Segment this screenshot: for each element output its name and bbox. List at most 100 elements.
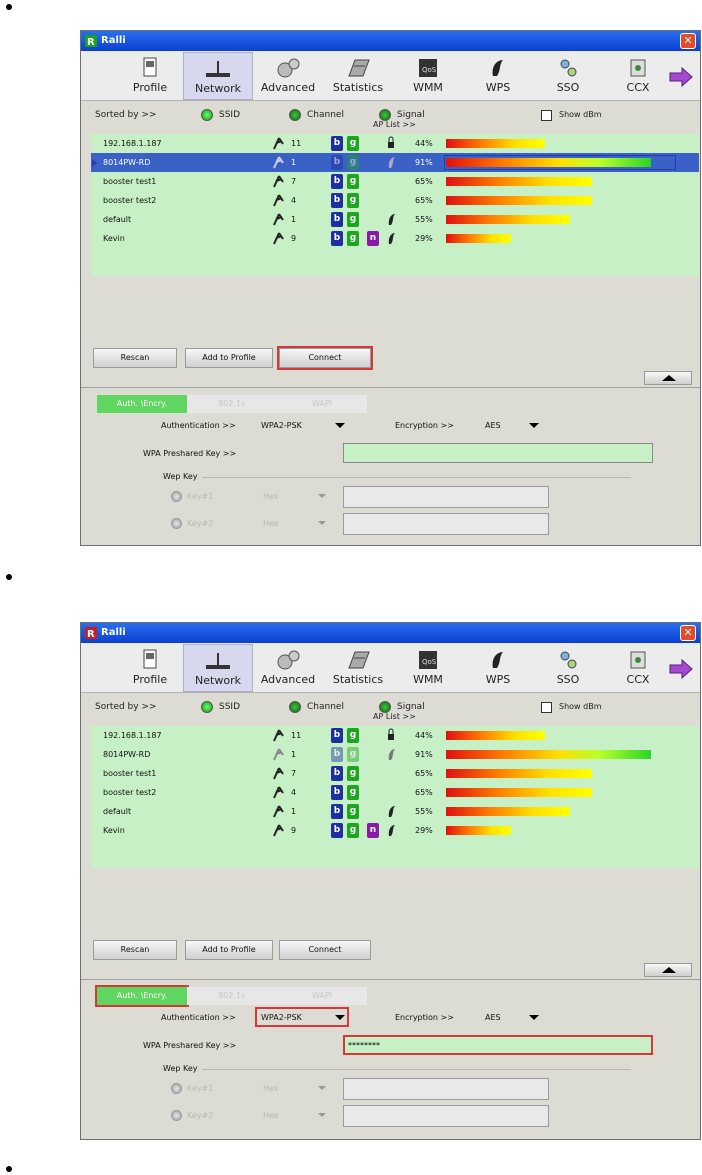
- authentication-select[interactable]: WPA2-PSK: [261, 421, 302, 430]
- tab-wapi[interactable]: WAPI: [277, 987, 367, 1005]
- ap-list[interactable]: 192.168.1.187 11 b g 44% 8014PW-RD 1 b g…: [91, 726, 699, 868]
- sort-ssid-radio[interactable]: [201, 109, 213, 121]
- mode-b-badge: b: [331, 136, 343, 151]
- rescan-button[interactable]: Rescan: [93, 940, 177, 960]
- ap-row-selected[interactable]: 8014PW-RD 1 b g 91%: [91, 153, 699, 172]
- toolbar-item-statistics[interactable]: Statistics: [323, 644, 393, 692]
- title-bar: R Ralli ✕: [81, 31, 700, 51]
- toolbar-item-profile[interactable]: Profile: [115, 52, 185, 100]
- toolbar-item-network[interactable]: Network: [183, 52, 253, 100]
- mode-n-badge: n: [367, 823, 379, 838]
- wep-key-row: Key#2 Hex: [171, 512, 551, 536]
- ap-row[interactable]: 192.168.1.187 11 b g 44%: [91, 726, 699, 745]
- toolbar-item-wps[interactable]: WPS: [463, 644, 533, 692]
- wep-key-radio[interactable]: [171, 518, 182, 529]
- encryption-dropdown-icon[interactable]: [529, 423, 539, 428]
- ap-row[interactable]: 192.168.1.187 11 b g 44%: [91, 134, 699, 153]
- encryption-select[interactable]: AES: [485, 1013, 501, 1022]
- toolbar-label: SSO: [556, 673, 580, 686]
- rescan-button[interactable]: Rescan: [93, 348, 177, 368]
- mode-g-badge: g: [347, 804, 359, 819]
- wep-key-format[interactable]: Hex: [263, 1111, 279, 1120]
- tab-auth-encry[interactable]: Auth. \Encry.: [95, 985, 189, 1007]
- window-title: Ralli: [101, 627, 126, 638]
- ap-row[interactable]: booster test2 4 b g 65%: [91, 191, 699, 210]
- toolbar-item-sso[interactable]: SSO: [533, 644, 603, 692]
- toolbar-label: Network: [195, 82, 241, 95]
- wep-key-radio[interactable]: [171, 491, 182, 502]
- antenna-icon: [273, 156, 284, 169]
- next-page-arrow-icon[interactable]: [668, 67, 694, 87]
- toolbar-item-wmm[interactable]: QoS WMM: [393, 52, 463, 100]
- tab-wapi[interactable]: WAPI: [277, 395, 367, 413]
- ap-row[interactable]: Kevin 9 b g n 29%: [91, 229, 699, 248]
- show-dbm-checkbox[interactable]: [541, 702, 552, 713]
- wep-format-dropdown-icon[interactable]: [318, 521, 326, 525]
- ap-row[interactable]: Kevin 9 b g n 29%: [91, 821, 699, 840]
- connect-button[interactable]: Connect: [279, 940, 371, 960]
- ap-row[interactable]: booster test1 7 b g 65%: [91, 764, 699, 783]
- wmm-icon: QoS: [419, 59, 437, 77]
- tab-8021x[interactable]: 802.1x: [187, 395, 277, 413]
- ap-row[interactable]: booster test1 7 b g 65%: [91, 172, 699, 191]
- antenna-icon: [273, 824, 284, 837]
- toolbar-item-statistics[interactable]: Statistics: [323, 52, 393, 100]
- wep-key-label: Wep Key: [163, 472, 202, 481]
- next-page-arrow-icon[interactable]: [668, 659, 694, 679]
- ap-row[interactable]: default 1 b g 55%: [91, 802, 699, 821]
- toolbar-item-advanced[interactable]: Advanced: [253, 644, 323, 692]
- encryption-select[interactable]: AES: [485, 421, 501, 430]
- close-button[interactable]: ✕: [680, 625, 696, 641]
- wep-format-dropdown-icon[interactable]: [318, 1113, 326, 1117]
- wep-format-dropdown-icon[interactable]: [318, 494, 326, 498]
- psk-input[interactable]: [343, 443, 653, 463]
- connect-button[interactable]: Connect: [277, 346, 373, 370]
- sort-channel-radio[interactable]: [289, 109, 301, 121]
- wep-key-radio[interactable]: [171, 1110, 182, 1121]
- psk-input[interactable]: ********: [343, 1035, 653, 1055]
- toolbar-item-wmm[interactable]: QoS WMM: [393, 644, 463, 692]
- wep-key-radio[interactable]: [171, 1083, 182, 1094]
- toolbar-item-network[interactable]: Network: [183, 644, 253, 692]
- wep-key-input[interactable]: [343, 1105, 549, 1127]
- ap-row[interactable]: default 1 b g 55%: [91, 210, 699, 229]
- toolbar-item-wps[interactable]: WPS: [463, 52, 533, 100]
- close-button[interactable]: ✕: [680, 33, 696, 49]
- toolbar-item-sso[interactable]: SSO: [533, 52, 603, 100]
- signal-bar: [446, 139, 545, 148]
- toolbar-item-ccx[interactable]: CCX: [603, 52, 673, 100]
- collapse-up-button[interactable]: [644, 963, 692, 977]
- wep-key-format[interactable]: Hex: [263, 519, 279, 528]
- wep-key-input[interactable]: [343, 486, 549, 508]
- authentication-dropdown-icon[interactable]: [335, 1015, 345, 1020]
- show-dbm-checkbox[interactable]: [541, 110, 552, 121]
- add-to-profile-button[interactable]: Add to Profile: [185, 940, 273, 960]
- tab-auth-encry[interactable]: Auth. \Encry.: [97, 395, 187, 413]
- authentication-select[interactable]: WPA2-PSK: [261, 1013, 302, 1022]
- toolbar-item-ccx[interactable]: CCX: [603, 644, 673, 692]
- tab-8021x[interactable]: 802.1x: [187, 987, 277, 1005]
- wep-key-format[interactable]: Hex: [263, 492, 279, 501]
- sort-channel-radio[interactable]: [289, 701, 301, 713]
- collapse-up-button[interactable]: [644, 371, 692, 385]
- ap-list[interactable]: 192.168.1.187 11 b g 44% 8014PW-RD 1 b g…: [91, 134, 699, 276]
- wep-key-format[interactable]: Hex: [263, 1084, 279, 1093]
- wep-key-label: Wep Key: [163, 1064, 202, 1073]
- ap-row-selected[interactable]: 8014PW-RD 1 b g 91%: [91, 745, 699, 764]
- encryption-dropdown-icon[interactable]: [529, 1015, 539, 1020]
- toolbar-item-advanced[interactable]: Advanced: [253, 52, 323, 100]
- mode-n-badge: n: [367, 231, 379, 246]
- wep-key-input[interactable]: [343, 513, 549, 535]
- authentication-dropdown-icon[interactable]: [335, 423, 345, 428]
- antenna-icon: [273, 194, 284, 207]
- mode-g-badge: g: [347, 193, 359, 208]
- wep-key-input[interactable]: [343, 1078, 549, 1100]
- wps-icon: [388, 825, 395, 836]
- encryption-label: Encryption >>: [395, 421, 454, 430]
- sort-ssid-radio[interactable]: [201, 701, 213, 713]
- ap-row[interactable]: booster test2 4 b g 65%: [91, 783, 699, 802]
- add-to-profile-button[interactable]: Add to Profile: [185, 348, 273, 368]
- wep-format-dropdown-icon[interactable]: [318, 1086, 326, 1090]
- wps-icon: [388, 214, 395, 225]
- toolbar-item-profile[interactable]: Profile: [115, 644, 185, 692]
